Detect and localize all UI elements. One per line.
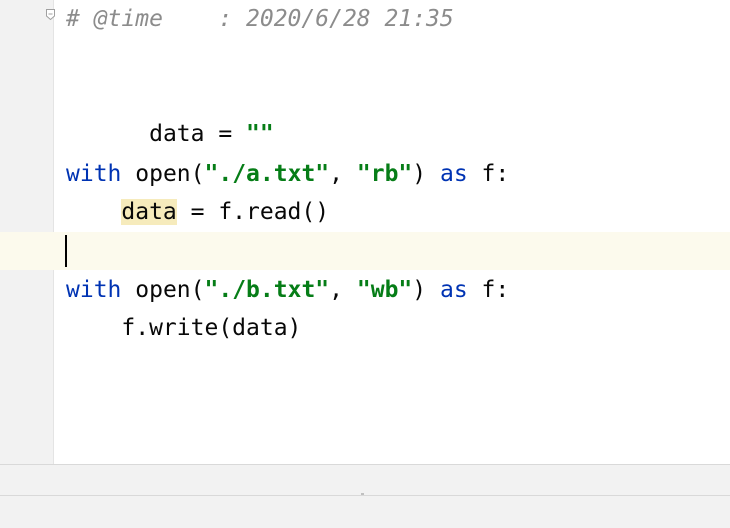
usage-highlight-data: data [121,199,177,225]
keyword-with: with [66,277,122,303]
code-line-read[interactable]: data = f.read() [66,193,329,231]
fold-marker-icon[interactable] [46,9,55,20]
string-literal: "./a.txt" [204,161,330,187]
comma: , [329,277,357,303]
keyword-as: as [440,277,468,303]
keyword-with: with [66,161,122,187]
text-caret [65,235,67,267]
panel-divider [0,495,730,496]
string-literal: "wb" [356,277,413,303]
comma: , [329,161,357,187]
current-line-highlight [0,232,730,270]
code-editor[interactable]: # @time : 2020/6/28 21:35 data = "" with… [0,0,730,464]
close-paren: ) [412,161,427,187]
code-line-comment[interactable]: # @time : 2020/6/28 21:35 [66,0,454,38]
bottom-panel[interactable] [0,464,730,528]
code-line-with-open-write[interactable]: with open("./b.txt", "wb") as f: [66,271,509,309]
code-line-write[interactable]: f.write(data) [66,309,301,347]
current-line-gutter-highlight [0,232,53,270]
keyword-as: as [440,161,468,187]
alias-name: f: [467,161,510,187]
resize-handle[interactable] [361,493,364,495]
function-call: open( [135,161,205,187]
alias-name: f: [467,277,510,303]
string-literal: "./b.txt" [204,277,330,303]
string-literal: "rb" [356,161,413,187]
close-paren: ) [412,277,427,303]
code-text: data = "" [149,121,274,147]
code-line-data-assign[interactable]: data = "" [66,77,274,147]
code-text: f.write(data) [121,315,302,341]
code-text: = f.read() [176,199,330,225]
function-call: open( [135,277,205,303]
code-line-with-open-read[interactable]: with open("./a.txt", "rb") as f: [66,155,509,193]
